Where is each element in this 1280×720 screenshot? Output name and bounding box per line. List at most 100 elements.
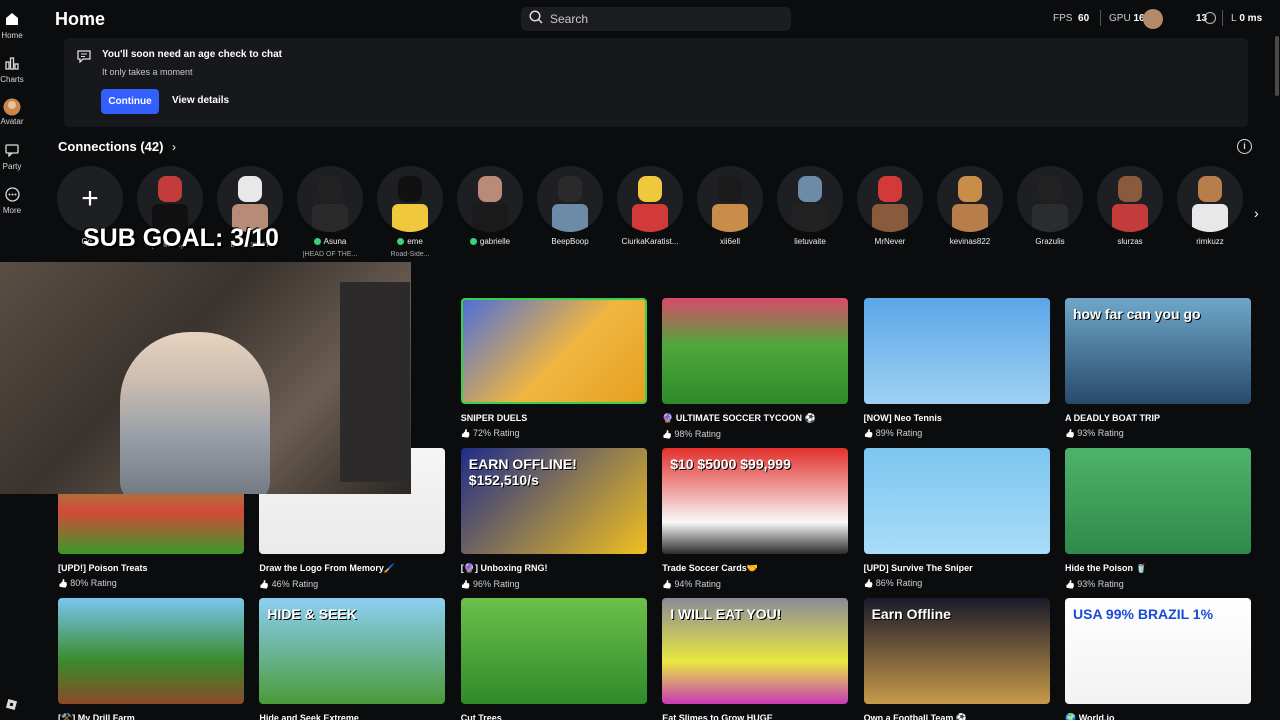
sub-goal-overlay: SUB GOAL: 3/10 — [83, 224, 279, 252]
connection-item[interactable]: BeepBoop — [530, 166, 610, 246]
view-details-button[interactable]: View details — [172, 95, 229, 106]
connection-item[interactable]: slurzas — [1090, 166, 1170, 246]
search-input[interactable] — [550, 12, 780, 26]
nav-more[interactable]: More — [0, 187, 24, 215]
avatar-head — [558, 176, 582, 202]
nav-charts[interactable]: Charts — [0, 56, 24, 84]
avatar-body — [552, 204, 588, 232]
game-tile[interactable]: USA 99% BRAZIL 1% 🌍 World.io — [1065, 598, 1251, 720]
game-thumbnail[interactable]: HIDE & SEEK — [259, 598, 446, 704]
game-thumbnail[interactable] — [460, 298, 647, 404]
game-thumbnail[interactable]: how far can you go — [1065, 298, 1251, 404]
game-title[interactable]: 🌍 World.io — [1065, 713, 1251, 720]
connection-name-text: Grazulis — [1035, 237, 1065, 246]
game-thumbnail[interactable] — [863, 298, 1050, 404]
game-tile[interactable]: how far can you go A DEADLY BOAT TRIP 👍 93… — [1065, 298, 1251, 438]
avatar — [777, 166, 843, 232]
connection-name-text: rimkuzz — [1196, 237, 1224, 246]
game-thumbnail[interactable]: I WILL EAT YOU! — [662, 598, 849, 704]
game-title[interactable]: [⚒️] My Drill Farm — [58, 713, 244, 720]
game-tile[interactable]: Earn Offline Own a Football Team ⚽ — [863, 598, 1050, 720]
roblox-logo-icon[interactable] — [5, 698, 18, 711]
game-title[interactable]: [🔮] Unboxing RNG! — [461, 563, 647, 574]
game-tile[interactable]: Cut Trees — [460, 598, 647, 720]
search-bar[interactable] — [521, 7, 791, 31]
game-rating-text: 96% Rating — [472, 579, 520, 589]
game-title[interactable]: Hide and Seek Extreme — [259, 713, 445, 720]
game-thumbnail[interactable] — [58, 598, 244, 704]
connection-item[interactable]: gabrielle — [450, 166, 530, 246]
avatar-body — [632, 204, 668, 232]
game-thumbnail[interactable]: $10 $5000 $99,999 — [662, 448, 849, 554]
avatar — [137, 166, 203, 232]
avatar — [697, 166, 763, 232]
connection-item[interactable]: xii6ell — [690, 166, 770, 246]
game-tile[interactable]: SNIPER DUELS 👍 72% Rating — [460, 298, 647, 438]
chat-icon — [77, 50, 91, 68]
game-thumbnail[interactable]: EARN OFFLINE! $152,510/s — [460, 448, 647, 554]
game-tile[interactable]: [NOW] Neo Tennis 👍 89% Rating — [863, 298, 1050, 438]
thumbs-up-icon: 👍 — [259, 580, 272, 589]
game-thumbnail[interactable]: USA 99% BRAZIL 1% — [1065, 598, 1251, 704]
carousel-next-icon[interactable]: › — [1254, 205, 1259, 221]
thumbnail-text: $10 $5000 $99,999 — [670, 456, 791, 472]
game-tile[interactable]: HIDE & SEEK Hide and Seek Extreme — [259, 598, 446, 720]
connection-status: [HEAD OF THE... — [302, 251, 358, 258]
nav-avatar[interactable]: Avatar — [0, 98, 24, 126]
connection-item[interactable]: kevinas822 — [930, 166, 1010, 246]
game-tile[interactable]: Hide the Poison 🥤 👍 93% Rating — [1065, 448, 1251, 589]
nav-home[interactable]: Home — [0, 12, 24, 40]
connection-item[interactable]: eme Road-Side... — [370, 166, 450, 258]
thumbnail-text: I WILL EAT YOU! — [670, 606, 782, 622]
stat-divider — [1100, 10, 1101, 26]
streamer-avatar-icon — [1143, 9, 1163, 29]
game-tile[interactable]: EARN OFFLINE! $152,510/s [🔮] Unboxing RNG… — [460, 448, 647, 589]
age-check-banner: You'll soon need an age check to chat It… — [64, 38, 1248, 127]
game-title[interactable]: Hide the Poison 🥤 — [1065, 563, 1251, 574]
game-title[interactable]: Eat Slimes to Grow HUGE — [662, 713, 848, 720]
game-tile[interactable]: $10 $5000 $99,999 Trade Soccer Cards🤝 👍 94… — [662, 448, 849, 589]
connection-item[interactable]: Grazulis — [1010, 166, 1090, 246]
connection-item[interactable]: MrNever — [850, 166, 930, 246]
nav-home-label: Home — [1, 31, 23, 40]
avatar-body — [712, 204, 748, 232]
avatar — [1017, 166, 1083, 232]
game-tile[interactable]: [UPD] Survive The Sniper 👍 86% Rating — [863, 448, 1050, 588]
avatar-head — [718, 176, 742, 202]
game-thumbnail[interactable] — [1065, 448, 1251, 554]
connections-title[interactable]: Connections (42) — [58, 139, 163, 154]
game-title[interactable]: SNIPER DUELS — [461, 413, 647, 423]
game-title[interactable]: [UPD!] Poison Treats — [58, 563, 244, 573]
nav-party[interactable]: Party — [0, 143, 24, 171]
continue-button[interactable]: Continue — [101, 89, 159, 114]
game-tile[interactable]: 🔮 ULTIMATE SOCCER TYCOON ⚽ 👍 98% Rating — [662, 298, 849, 439]
fps-value: 60 — [1078, 13, 1090, 24]
chevron-right-icon[interactable]: › — [172, 140, 176, 154]
nav-more-label: More — [2, 206, 22, 215]
info-icon[interactable]: i — [1237, 139, 1252, 154]
connection-item[interactable]: lietuvaite — [770, 166, 850, 246]
scrollbar[interactable] — [1275, 36, 1279, 96]
avatar-head — [958, 176, 982, 202]
game-title[interactable]: [UPD] Survive The Sniper — [864, 563, 1050, 573]
connection-item[interactable]: rimkuzz — [1170, 166, 1250, 246]
game-title[interactable]: A DEADLY BOAT TRIP — [1065, 413, 1251, 423]
game-thumbnail[interactable] — [662, 298, 849, 404]
connection-item[interactable]: CiurkaKaratist... — [610, 166, 690, 246]
avatar-body — [392, 204, 428, 232]
game-title[interactable]: Cut Trees — [461, 713, 647, 720]
connection-item[interactable]: Asuna [HEAD OF THE... — [290, 166, 370, 258]
game-tile[interactable]: I WILL EAT YOU! Eat Slimes to Grow HUGE — [662, 598, 849, 720]
game-title[interactable]: [NOW] Neo Tennis — [864, 413, 1050, 423]
connection-status: Road-Side... — [390, 251, 430, 258]
game-thumbnail[interactable] — [460, 598, 647, 704]
game-rating: 👍 46% Rating — [259, 579, 445, 589]
game-thumbnail[interactable]: Earn Offline — [863, 598, 1050, 704]
game-title[interactable]: Trade Soccer Cards🤝 — [662, 563, 848, 574]
game-title[interactable]: Own a Football Team ⚽ — [864, 713, 1050, 720]
thumbnail-text: HIDE & SEEK — [267, 606, 357, 622]
game-tile[interactable]: [⚒️] My Drill Farm — [58, 598, 244, 720]
game-thumbnail[interactable] — [863, 448, 1050, 554]
game-title[interactable]: 🔮 ULTIMATE SOCCER TYCOON ⚽ — [662, 413, 848, 424]
game-title[interactable]: Draw the Logo From Memory🖌️ — [259, 563, 445, 574]
